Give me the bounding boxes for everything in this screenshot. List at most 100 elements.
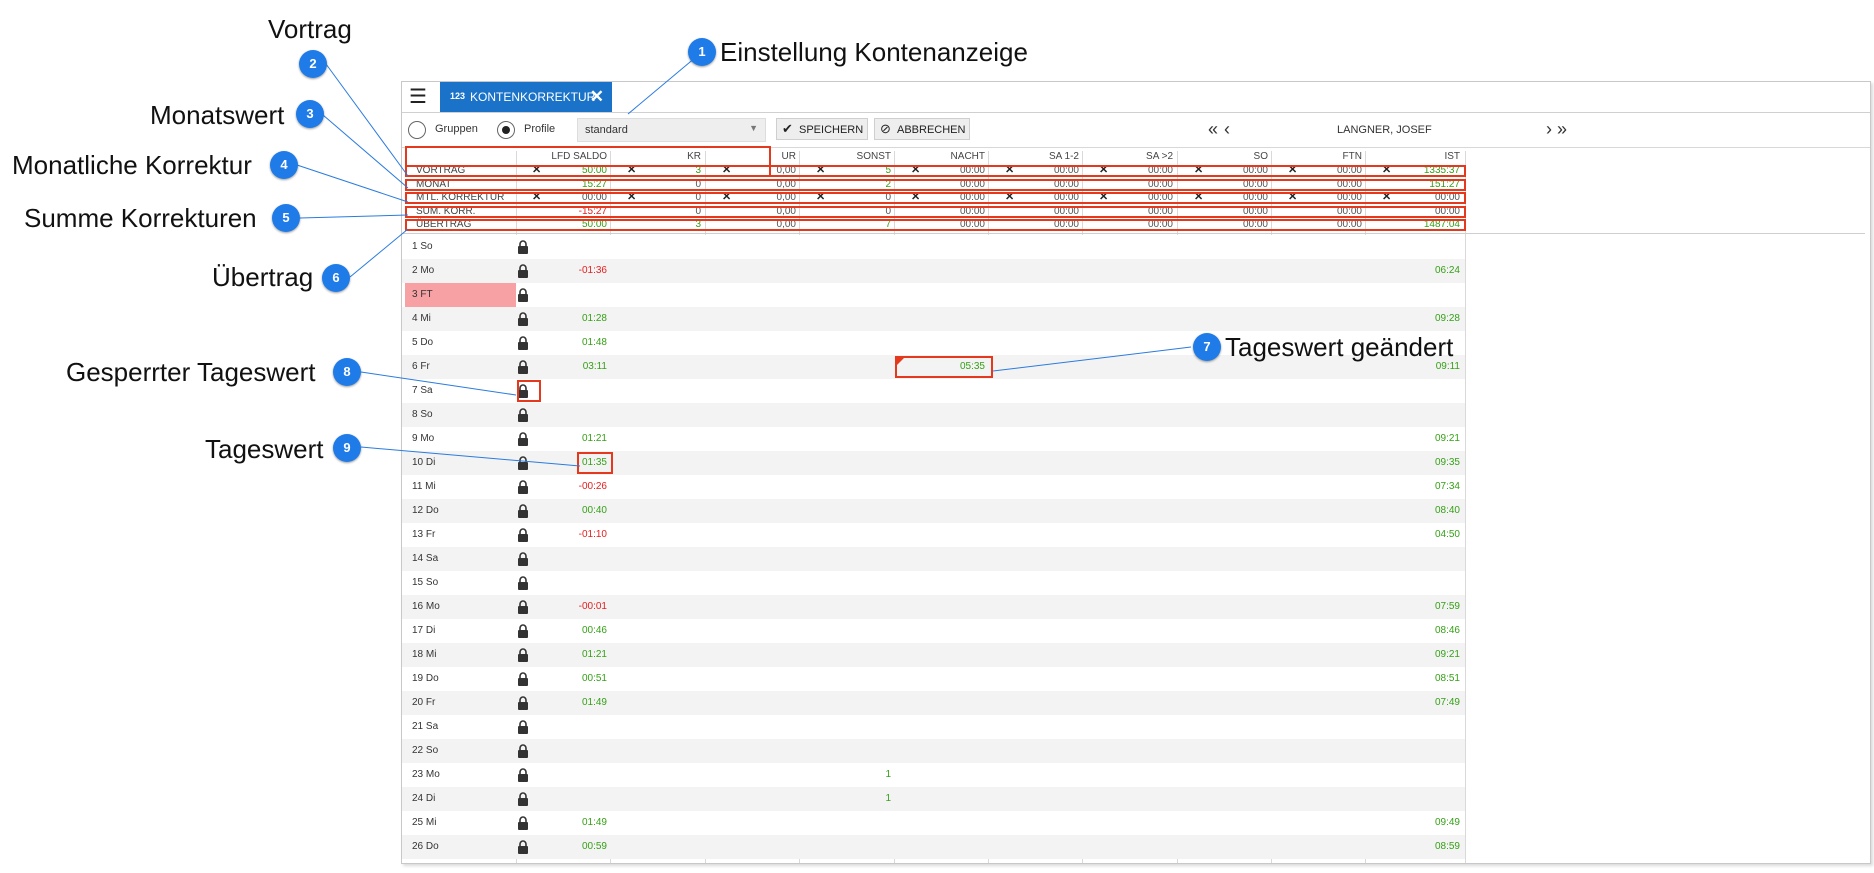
cancel-button[interactable]: ⊘ ABBRECHEN bbox=[874, 118, 970, 140]
day-label: 13 Fr bbox=[412, 529, 436, 540]
day-row: 23 Mo 1 bbox=[402, 763, 1465, 787]
radio-profile-label: Profile bbox=[524, 123, 556, 135]
day-label: 18 Mi bbox=[412, 649, 437, 660]
day-row: 18 Mi 01:21 09:21 bbox=[402, 643, 1465, 667]
last-page-icon[interactable]: » bbox=[1557, 119, 1567, 140]
day-row: 2 Mo -01:36 06:24 bbox=[402, 259, 1465, 283]
day-cell-sonst[interactable]: 1 bbox=[800, 763, 891, 787]
day-cell-lfd[interactable]: 01:28 bbox=[516, 307, 607, 331]
callout-badge-6: 6 bbox=[322, 264, 350, 292]
highlight-box-locked-value bbox=[517, 380, 541, 402]
day-row: 15 So bbox=[402, 571, 1465, 595]
day-row: 4 Mi 01:28 09:28 bbox=[402, 307, 1465, 331]
day-cell-ist[interactable]: 09:21 bbox=[1366, 643, 1460, 667]
callout-label-5: Summe Korrekturen bbox=[24, 203, 257, 233]
day-row: 26 Do 00:59 08:59 bbox=[402, 835, 1465, 859]
day-cell-ist[interactable]: 08:59 bbox=[1366, 835, 1460, 859]
day-cell-ist[interactable]: 07:59 bbox=[1366, 595, 1460, 619]
column-header: SO bbox=[1253, 151, 1268, 162]
callout-badge-5: 5 bbox=[272, 204, 300, 232]
day-row: 10 Di 01:35 09:35 bbox=[402, 451, 1465, 475]
day-cell-lfd[interactable]: 03:11 bbox=[516, 355, 607, 379]
prev-page-icon[interactable]: ‹ bbox=[1224, 119, 1230, 140]
day-cell-ist[interactable]: 09:28 bbox=[1366, 307, 1460, 331]
day-row: 21 Sa bbox=[402, 715, 1465, 739]
day-cell-lfd[interactable]: -00:01 bbox=[516, 595, 607, 619]
day-cell-ist[interactable]: 08:46 bbox=[1366, 619, 1460, 643]
first-page-icon[interactable]: « bbox=[1208, 119, 1218, 140]
day-cell-lfd[interactable]: 00:59 bbox=[516, 835, 607, 859]
day-cell-lfd[interactable]: 00:51 bbox=[516, 667, 607, 691]
callout-label-4: Monatliche Korrektur bbox=[12, 150, 252, 180]
day-label: 22 So bbox=[412, 745, 439, 756]
day-label: 20 Fr bbox=[412, 697, 436, 708]
lock-icon[interactable] bbox=[517, 547, 529, 571]
day-row: 3 FT bbox=[402, 283, 1465, 307]
day-cell-lfd[interactable]: 01:48 bbox=[516, 331, 607, 355]
day-cell-sonst[interactable]: 1 bbox=[800, 787, 891, 811]
column-header: FTN bbox=[1342, 151, 1362, 162]
day-cell-lfd[interactable]: 01:49 bbox=[516, 811, 607, 835]
callout-line-4 bbox=[296, 164, 409, 203]
day-row: 16 Mo -00:01 07:59 bbox=[402, 595, 1465, 619]
day-cell-ist[interactable]: 08:51 bbox=[1366, 667, 1460, 691]
close-icon[interactable]: ✕ bbox=[590, 87, 604, 107]
day-cell-ist[interactable]: 09:21 bbox=[1366, 427, 1460, 451]
save-button[interactable]: ✔ SPEICHERN bbox=[776, 118, 868, 140]
day-cell-ist[interactable]: 07:49 bbox=[1366, 691, 1460, 715]
callout-line-2 bbox=[325, 63, 409, 177]
column-header: SA 1-2 bbox=[1048, 151, 1079, 162]
callout-badge-3: 3 bbox=[296, 100, 324, 128]
day-cell-ist[interactable]: 09:49 bbox=[1366, 811, 1460, 835]
lock-icon[interactable] bbox=[517, 283, 529, 307]
chevron-down-icon: ▼ bbox=[749, 123, 758, 133]
callout-badge-9: 9 bbox=[333, 434, 361, 462]
day-row: 14 Sa bbox=[402, 547, 1465, 571]
lock-icon[interactable] bbox=[517, 787, 529, 811]
day-cell-ist[interactable]: 06:24 bbox=[1366, 259, 1460, 283]
day-cell-lfd[interactable]: -01:36 bbox=[516, 259, 607, 283]
hamburger-menu-icon[interactable]: ☰ bbox=[408, 87, 428, 107]
day-label: 2 Mo bbox=[412, 265, 435, 276]
day-label: 5 Do bbox=[412, 337, 434, 348]
day-label: 7 Sa bbox=[412, 385, 433, 396]
day-cell-ist[interactable]: 08:40 bbox=[1366, 499, 1460, 523]
lock-icon[interactable] bbox=[517, 715, 529, 739]
day-cell-lfd[interactable]: 01:49 bbox=[516, 691, 607, 715]
day-cell-ist[interactable]: 04:50 bbox=[1366, 523, 1460, 547]
radio-gruppen[interactable] bbox=[408, 121, 426, 139]
day-cell-ist[interactable]: 09:35 bbox=[1366, 451, 1460, 475]
column-header: SONST bbox=[856, 151, 891, 162]
day-label: 26 Do bbox=[412, 841, 439, 852]
day-cell-lfd[interactable]: 01:21 bbox=[516, 427, 607, 451]
callout-badge-4: 4 bbox=[270, 151, 298, 179]
day-row: 17 Di 00:46 08:46 bbox=[402, 619, 1465, 643]
lock-icon[interactable] bbox=[517, 763, 529, 787]
day-cell-lfd[interactable]: -01:10 bbox=[516, 523, 607, 547]
lock-icon[interactable] bbox=[517, 235, 529, 259]
day-cell-lfd[interactable]: 00:40 bbox=[516, 499, 607, 523]
callout-label-9: Tageswert bbox=[205, 434, 324, 464]
day-label: 16 Mo bbox=[412, 601, 440, 612]
day-label: 6 Fr bbox=[412, 361, 430, 372]
radio-profile[interactable] bbox=[497, 121, 515, 139]
lock-icon[interactable] bbox=[517, 403, 529, 427]
day-cell-lfd[interactable]: 00:46 bbox=[516, 619, 607, 643]
tab-kontenkorrektur[interactable]: 123 KONTENKORREKTUR ✕ bbox=[440, 82, 612, 112]
column-header: NACHT bbox=[950, 151, 985, 162]
checkmark-icon: ✔ bbox=[782, 121, 793, 136]
changed-value-marker bbox=[897, 358, 904, 365]
day-row: 12 Do 00:40 08:40 bbox=[402, 499, 1465, 523]
highlight-box-summary-row bbox=[405, 206, 1466, 218]
next-page-icon[interactable]: › bbox=[1546, 119, 1552, 140]
lock-icon[interactable] bbox=[517, 739, 529, 763]
day-cell-lfd[interactable]: 01:21 bbox=[516, 643, 607, 667]
day-cell-lfd[interactable]: -00:26 bbox=[516, 475, 607, 499]
lock-icon[interactable] bbox=[517, 571, 529, 595]
day-row: 24 Di 1 bbox=[402, 787, 1465, 811]
profile-select[interactable]: standard ▼ bbox=[577, 118, 766, 142]
day-cell-ist[interactable]: 09:11 bbox=[1366, 355, 1460, 379]
day-row: 9 Mo 01:21 09:21 bbox=[402, 427, 1465, 451]
day-row: 5 Do 01:48 bbox=[402, 331, 1465, 355]
day-cell-ist[interactable]: 07:34 bbox=[1366, 475, 1460, 499]
